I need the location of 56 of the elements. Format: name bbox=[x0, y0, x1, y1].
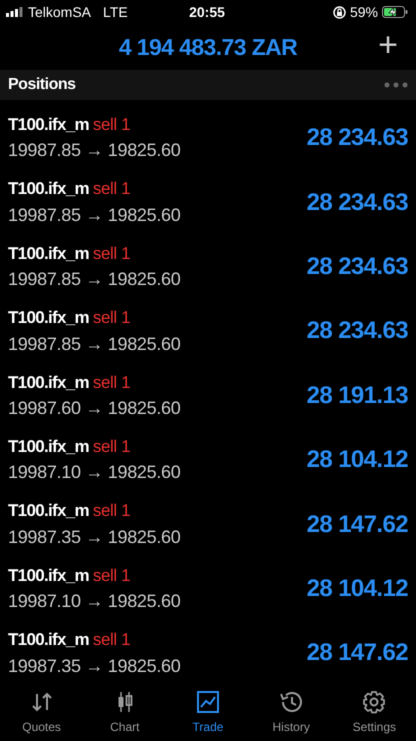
network-type: LTE bbox=[103, 2, 128, 22]
position-symbol: T100.ifx_m bbox=[8, 436, 89, 458]
position-profit: 28 104.12 bbox=[306, 574, 408, 604]
position-symbol: T100.ifx_m bbox=[8, 307, 89, 330]
price-change: 19987.35 → 19825.60 bbox=[8, 654, 180, 678]
add-button[interactable]: + bbox=[374, 28, 402, 62]
position-profit: 28 234.63 bbox=[306, 188, 408, 218]
position-profit: 28 234.63 bbox=[306, 252, 408, 282]
order-type: sell 1 bbox=[92, 114, 130, 136]
order-type: sell 1 bbox=[92, 178, 130, 200]
price-change: 19987.85 → 19825.60 bbox=[8, 268, 180, 292]
order-type: sell 1 bbox=[92, 242, 130, 265]
position-symbol: T100.ifx_m bbox=[8, 114, 89, 136]
position-symbol: T100.ifx_m bbox=[8, 178, 89, 200]
status-time: 20:55 bbox=[188, 2, 226, 22]
price-change: 19987.85 → 19825.60 bbox=[8, 204, 180, 227]
signal-icon bbox=[6, 7, 24, 17]
position-symbol: T100.ifx_m bbox=[8, 500, 89, 522]
position-profit: 28 234.63 bbox=[306, 316, 408, 346]
order-type: sell 1 bbox=[92, 500, 130, 522]
tab-button[interactable]: Chart bbox=[83, 690, 166, 741]
section-title: Positions bbox=[8, 75, 76, 95]
position-profit: 28 191.13 bbox=[306, 380, 408, 411]
account-balance: 4 194 483.73 ZAR bbox=[118, 32, 298, 62]
order-type: sell 1 bbox=[92, 564, 130, 587]
tab-button[interactable]: Settings bbox=[332, 690, 416, 741]
order-type: sell 1 bbox=[92, 307, 130, 330]
position-symbol: T100.ifx_m bbox=[8, 629, 89, 652]
arrows-icon bbox=[30, 690, 54, 714]
tab-button[interactable]: Quotes bbox=[0, 690, 84, 741]
position-profit: 28 104.12 bbox=[306, 445, 408, 476]
order-type: sell 1 bbox=[92, 629, 130, 652]
price-change: 19987.10 → 19825.60 bbox=[8, 590, 180, 614]
order-type: sell 1 bbox=[92, 436, 130, 458]
position-profit: 28 147.62 bbox=[306, 510, 408, 540]
tab-button[interactable]: Trade bbox=[166, 690, 250, 741]
battery-charging-icon bbox=[382, 6, 408, 18]
line-chart-icon bbox=[196, 690, 220, 714]
rotation-lock-icon bbox=[332, 6, 346, 18]
tab-button[interactable]: History bbox=[250, 690, 333, 741]
price-change: 19987.85 → 19825.60 bbox=[8, 139, 180, 162]
settings-icon bbox=[362, 690, 386, 714]
position-profit: 28 234.63 bbox=[306, 123, 408, 154]
position-symbol: T100.ifx_m bbox=[8, 564, 89, 587]
position-symbol: T100.ifx_m bbox=[8, 372, 89, 394]
more-icon[interactable] bbox=[384, 82, 408, 88]
order-type: sell 1 bbox=[92, 372, 130, 394]
price-change: 19987.10 → 19825.60 bbox=[8, 461, 180, 484]
price-change: 19987.85 → 19825.60 bbox=[8, 332, 180, 356]
carrier-name: TelkomSA bbox=[28, 2, 92, 22]
battery-percent: 59% bbox=[350, 2, 378, 22]
price-change: 19987.35 → 19825.60 bbox=[8, 526, 180, 549]
position-profit: 28 147.62 bbox=[306, 638, 408, 668]
history-icon bbox=[279, 690, 304, 714]
price-change: 19987.60 → 19825.60 bbox=[8, 397, 180, 420]
position-symbol: T100.ifx_m bbox=[8, 242, 89, 265]
